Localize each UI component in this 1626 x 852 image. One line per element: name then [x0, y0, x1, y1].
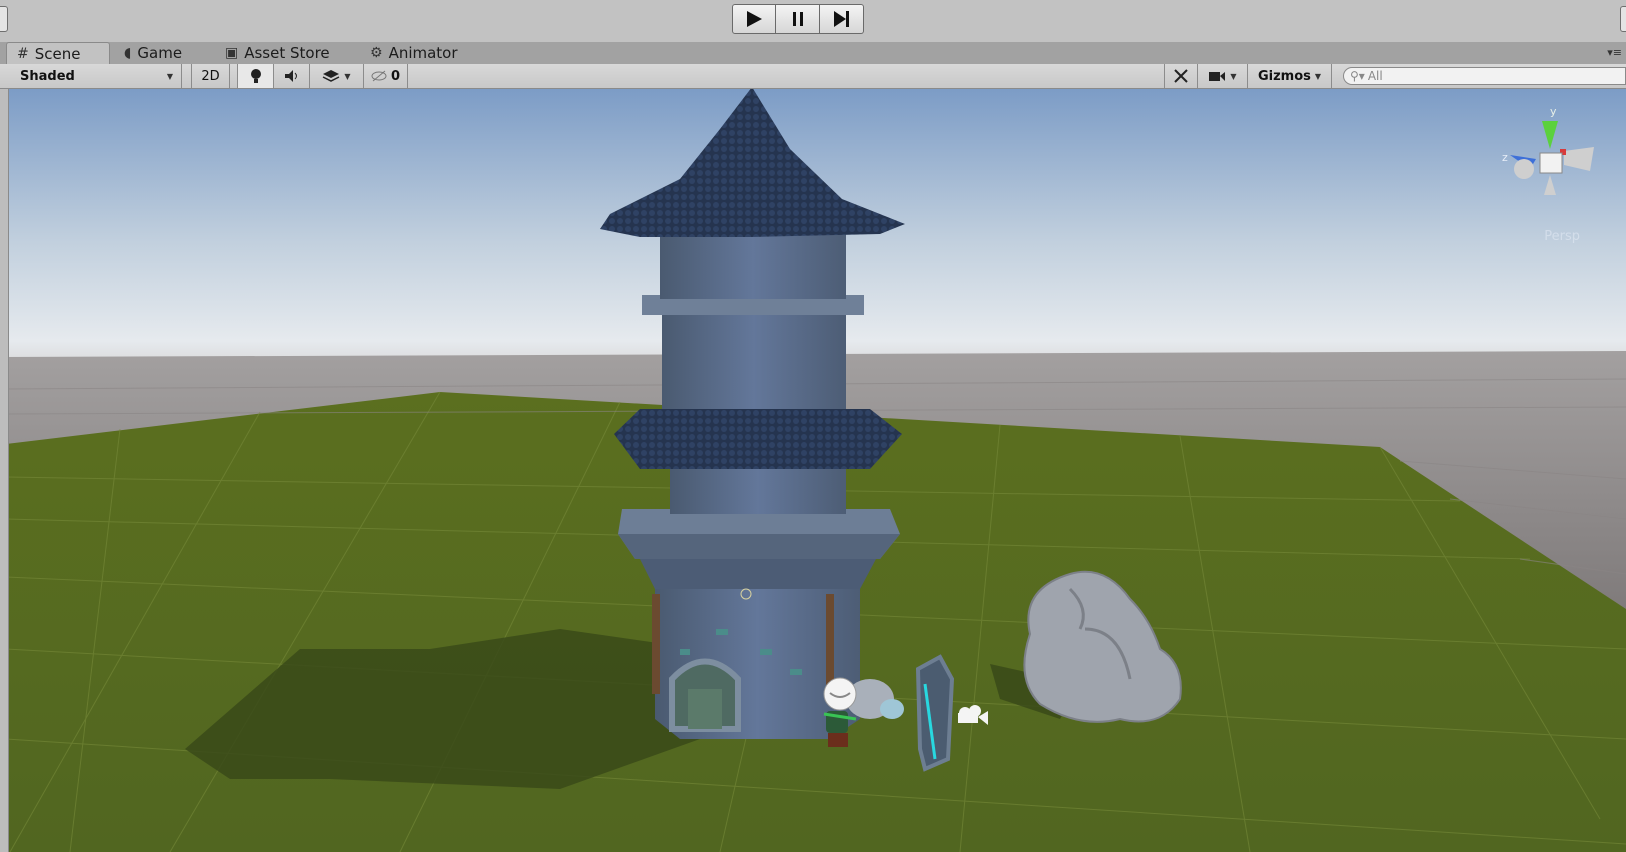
scene-render	[0, 89, 1626, 852]
scene-viewport[interactable]: y z x Persp	[0, 89, 1626, 852]
camera-dropdown[interactable]: ▼	[1198, 64, 1248, 88]
tab-bar: # Scene ◖ Game ▣ Asset Store ⚙ Animator …	[0, 42, 1626, 64]
step-button[interactable]	[820, 4, 864, 34]
draw-mode-dropdown[interactable]: Shaded ▼	[10, 64, 182, 88]
camera-icon	[1209, 72, 1226, 81]
grid-icon: #	[17, 45, 29, 62]
scene-toolbar: Shaded ▼ 2D ▼ 0 ▼ Gizmos ▼ ⚲▾ All	[0, 64, 1626, 89]
step-icon	[833, 11, 849, 27]
tab-scene[interactable]: # Scene	[6, 42, 110, 64]
lighting-toggle[interactable]	[238, 64, 274, 88]
store-icon: ▣	[225, 45, 239, 61]
tab-asset-store[interactable]: ▣ Asset Store	[215, 42, 345, 64]
gizmos-label: Gizmos	[1257, 68, 1311, 84]
tab-label: Animator	[388, 44, 458, 62]
layers-icon	[323, 70, 340, 82]
eye-hidden-icon	[371, 70, 387, 82]
toolbar-spacer	[230, 64, 238, 88]
gizmos-dropdown[interactable]: Gizmos ▼	[1248, 64, 1332, 88]
search-icon: ⚲▾	[1350, 69, 1365, 83]
chevron-down-icon: ▼	[166, 71, 173, 81]
tools-toggle[interactable]	[1164, 64, 1198, 88]
top-bar	[0, 0, 1626, 43]
hidden-count: 0	[390, 68, 401, 84]
layout-edge-button-right[interactable]	[1620, 6, 1626, 32]
projection-label[interactable]: Persp	[1544, 229, 1580, 244]
viewport-left-edge	[0, 89, 9, 852]
tab-label: Scene	[34, 44, 81, 63]
axis-gizmo-icon: y z x	[1502, 105, 1594, 195]
search-placeholder: All	[1367, 69, 1383, 83]
audio-toggle[interactable]	[274, 64, 310, 88]
wrench-icon	[1174, 69, 1188, 83]
layout-edge-button-left[interactable]	[0, 6, 8, 32]
gizmo-z-label: z	[1502, 151, 1508, 164]
speaker-icon	[284, 70, 297, 82]
effects-dropdown[interactable]: ▼	[310, 64, 364, 88]
chevron-down-icon: ▼	[1314, 71, 1322, 81]
tab-label: Asset Store	[244, 44, 330, 62]
pause-icon	[792, 12, 803, 26]
tab-menu-icon[interactable]: ▾≡	[1607, 46, 1622, 59]
pause-button[interactable]	[776, 4, 820, 34]
tab-game[interactable]: ◖ Game	[114, 42, 204, 64]
orientation-gizmo[interactable]: y z x	[1496, 103, 1596, 228]
toolbar-spacer	[182, 64, 192, 88]
tab-label: Game	[137, 44, 183, 62]
lightbulb-icon	[250, 69, 261, 83]
tab-animator[interactable]: ⚙ Animator	[360, 42, 470, 64]
draw-mode-value: Shaded	[20, 68, 75, 84]
chevron-down-icon: ▼	[1230, 71, 1237, 81]
scene-search-input[interactable]: ⚲▾ All	[1343, 67, 1626, 85]
chevron-down-icon: ▼	[344, 71, 351, 81]
animator-icon: ⚙	[370, 45, 383, 61]
2d-label: 2D	[201, 68, 220, 84]
2d-toggle[interactable]: 2D	[192, 64, 230, 88]
play-button[interactable]	[732, 4, 776, 34]
play-icon	[747, 11, 762, 27]
play-controls	[732, 4, 864, 34]
gizmo-y-label: y	[1550, 105, 1557, 118]
pacman-icon: ◖	[124, 45, 132, 61]
hidden-objects-toggle[interactable]: 0	[364, 64, 408, 88]
